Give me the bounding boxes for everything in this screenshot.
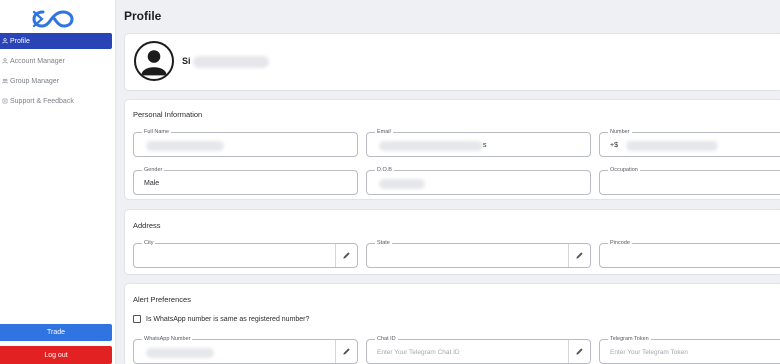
pencil-icon [343, 348, 350, 355]
whatsapp-same-checkbox[interactable] [133, 315, 141, 323]
sidebar-item-support-feedback[interactable]: Support & Feedback [0, 93, 112, 109]
sidebar-item-label: Group Manager [10, 77, 60, 85]
field-label: D.O.B [375, 167, 394, 174]
city-field[interactable]: City [133, 240, 358, 268]
field-label: Pincode [608, 240, 632, 247]
user-icon [1, 38, 8, 45]
field-label: Chat ID [375, 336, 398, 343]
gender-value: Male [144, 180, 160, 187]
email-value: s [483, 142, 487, 149]
section-title-alerts: Alert Preferences [133, 295, 191, 304]
edit-chat-id-button[interactable] [568, 340, 590, 363]
sidebar: Profile Account Manager Group Manager Su… [0, 0, 116, 364]
avatar[interactable] [134, 41, 174, 81]
chat-id-placeholder: Enter Your Telegram Chat ID [377, 349, 460, 356]
personal-information-card: Personal Information Full Name Email s N… [124, 99, 780, 200]
whatsapp-number-field[interactable]: WhatsApp Number [133, 336, 358, 364]
number-field[interactable]: Number +$ [599, 129, 780, 157]
occupation-field[interactable]: Occupation [599, 167, 780, 195]
email-field[interactable]: Email s [366, 129, 591, 157]
whatsapp-same-label: Is WhatsApp number is same as registered… [146, 315, 310, 323]
profile-card: Si [124, 33, 780, 91]
redacted-name [193, 56, 269, 68]
page-title: Profile [124, 9, 162, 23]
field-label: Occupation [608, 167, 640, 174]
redacted-value [379, 141, 483, 151]
state-field[interactable]: State [366, 240, 591, 268]
field-label: Gender [142, 167, 165, 174]
pencil-icon [576, 348, 583, 355]
address-card: Address City State Pincode [124, 209, 780, 275]
field-label: Full Name [142, 129, 172, 136]
edit-city-button[interactable] [335, 244, 357, 267]
pencil-icon [343, 252, 350, 259]
field-label: State [375, 240, 392, 247]
sidebar-item-account-manager[interactable]: Account Manager [0, 53, 112, 69]
avatar-placeholder-icon [141, 50, 167, 76]
field-label: WhatsApp Number [142, 336, 193, 343]
alert-preferences-card: Alert Preferences Is WhatsApp number is … [124, 283, 780, 364]
telegram-token-field[interactable]: Telegram Token Enter Your Telegram Token [599, 336, 780, 364]
section-title-personal: Personal Information [133, 110, 203, 119]
gender-field[interactable]: Gender Male [133, 167, 358, 195]
support-icon [1, 98, 8, 105]
telegram-token-placeholder: Enter Your Telegram Token [610, 349, 688, 356]
field-label: City [142, 240, 156, 247]
section-title-address: Address [133, 221, 161, 230]
edit-state-button[interactable] [568, 244, 590, 267]
sidebar-nav: Profile Account Manager Group Manager Su… [0, 33, 112, 113]
redacted-value [146, 348, 214, 358]
chat-id-field[interactable]: Chat ID Enter Your Telegram Chat ID [366, 336, 591, 364]
pencil-icon [576, 252, 583, 259]
account-icon [1, 58, 8, 65]
redacted-value [379, 179, 425, 189]
whatsapp-same-checkbox-row[interactable]: Is WhatsApp number is same as registered… [133, 315, 309, 323]
field-label: Email [375, 129, 393, 136]
sidebar-item-label: Account Manager [10, 57, 65, 65]
sidebar-item-profile[interactable]: Profile [0, 33, 112, 49]
number-value: +$ [610, 142, 618, 149]
sidebar-item-label: Profile [10, 37, 30, 45]
redacted-value [146, 141, 224, 151]
logout-button[interactable]: Log out [0, 346, 112, 364]
pincode-field[interactable]: Pincode [599, 240, 780, 268]
profile-name: Si [182, 56, 191, 66]
field-label: Number [608, 129, 632, 136]
field-label: Telegram Token [608, 336, 651, 343]
group-icon [1, 78, 8, 85]
sidebar-item-label: Support & Feedback [10, 97, 74, 105]
edit-whatsapp-button[interactable] [335, 340, 357, 363]
sidebar-item-group-manager[interactable]: Group Manager [0, 73, 112, 89]
full-name-field[interactable]: Full Name [133, 129, 358, 157]
dob-field[interactable]: D.O.B [366, 167, 591, 195]
logo-icon [32, 10, 74, 28]
redacted-value [626, 141, 718, 151]
trade-button[interactable]: Trade [0, 324, 112, 341]
